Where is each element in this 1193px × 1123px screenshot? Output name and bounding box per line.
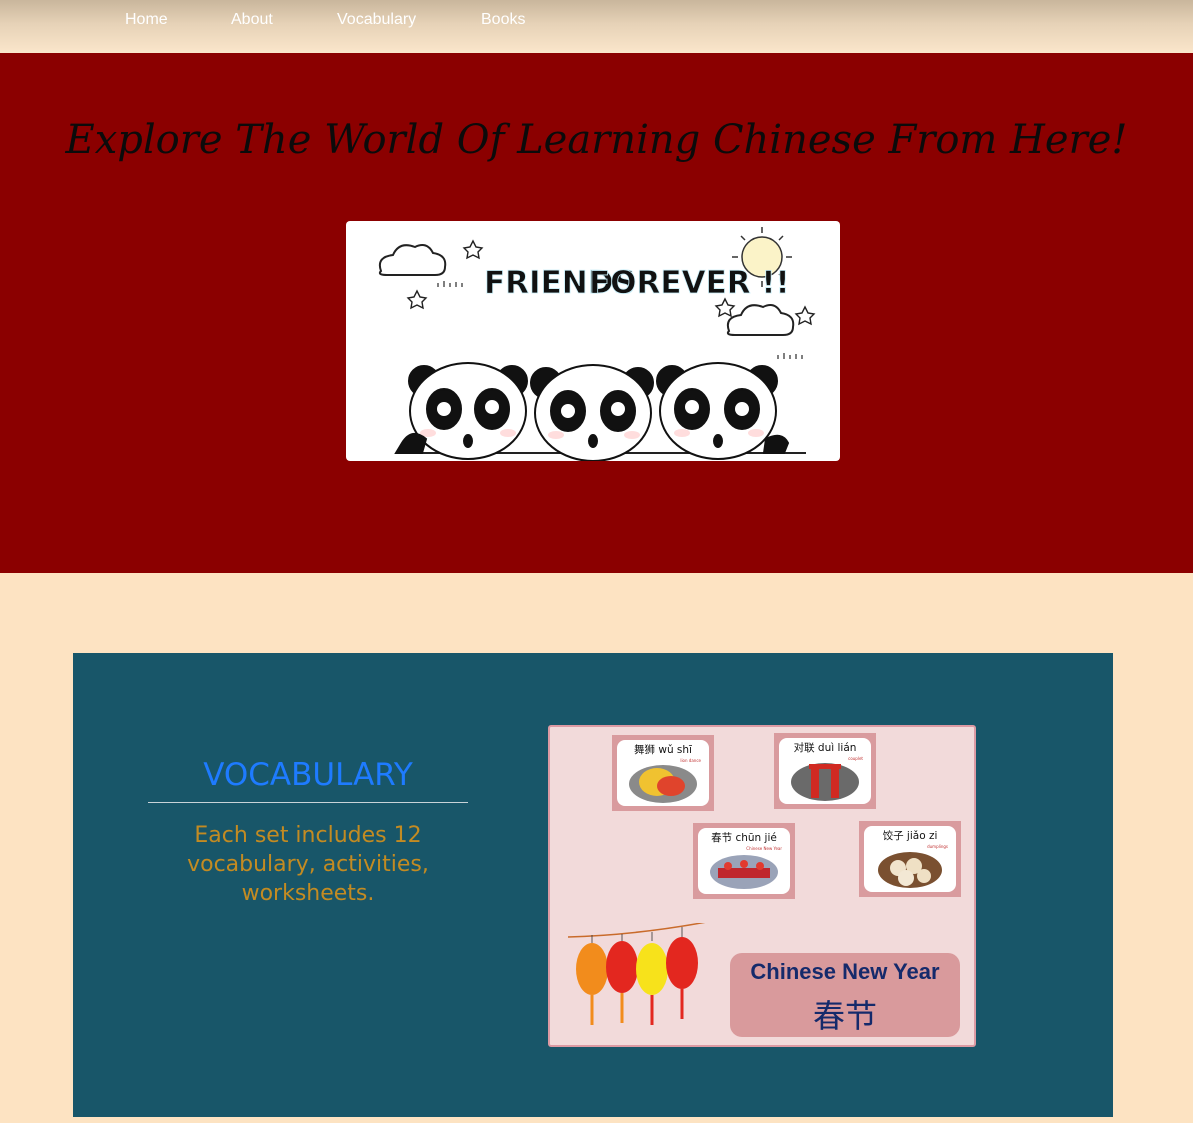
top-nav: Home About Vocabulary Books [0,0,1193,53]
vocab-card-dumplings: 饺子 jiǎo zi dumplings [859,821,961,897]
chinese-new-year-label: Chinese New Year 春节 [730,953,960,1037]
vocabulary-title[interactable]: VOCABULARY [148,757,468,793]
dumplings-photo [878,852,942,888]
nav-books[interactable]: Books [481,11,525,29]
svg-text:FOREVER !!: FOREVER !! [589,265,790,301]
friends-forever-banner: FRIENDS FOREVER !! [346,221,840,461]
nav-vocabulary[interactable]: Vocabulary [337,11,416,29]
chinese-new-year-english: Chinese New Year [750,959,940,984]
vocabulary-divider [148,802,468,803]
vocab-card-couplet: 对联 duì lián couplet [774,733,876,809]
nav-about[interactable]: About [231,11,273,29]
vocab-card-lion-dance: 舞狮 wǔ shī lion dance [612,735,714,811]
vocabulary-section: VOCABULARY Each set includes 12 vocabula… [73,653,1113,1117]
nav-home[interactable]: Home [125,11,168,29]
lion-dance-photo [629,765,697,803]
lanterns-illustration [568,923,706,1025]
chinese-new-year-chinese: 春节 [812,997,877,1035]
card-label: 春节 chūn jié [711,832,777,844]
card-label: 舞狮 wǔ shī [634,744,692,756]
couplet-photo [791,763,859,801]
chinese-new-year-poster[interactable]: 舞狮 wǔ shī lion dance 对联 duì lián couplet [548,725,976,1047]
card-label: 对联 duì lián [793,742,857,754]
vocab-card-spring-festival: 春节 chūn jié Chinese New Year [693,823,795,899]
vocabulary-description: Each set includes 12 vocabulary, activit… [187,823,429,906]
panda-illustration: FRIENDS FOREVER !! [378,227,816,461]
hero-section: Explore The World Of Learning Chinese Fr… [0,53,1193,573]
hero-heading: Explore The World Of Learning Chinese Fr… [65,117,1128,163]
card-label: 饺子 jiǎo zi [882,830,938,842]
spring-festival-photo [710,855,778,889]
